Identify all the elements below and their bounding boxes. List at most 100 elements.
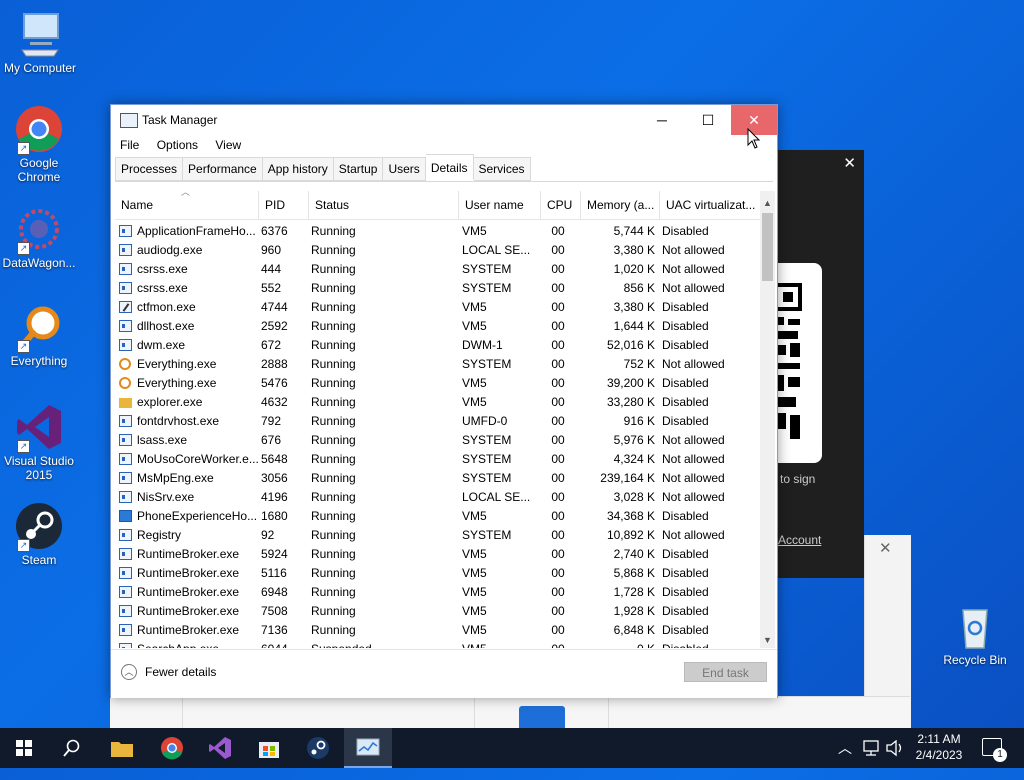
table-row[interactable]: fontdrvhost.exe 792 Running UMFD-0 00 916 K Di… — [115, 412, 760, 431]
clock[interactable]: 2:11 AM 2/4/2023 — [914, 731, 964, 763]
process-pid: 792 — [261, 414, 282, 428]
taskbar-search-button[interactable] — [48, 728, 96, 768]
chevron-up-icon: ︿ — [121, 664, 137, 680]
process-pid: 672 — [261, 338, 282, 352]
table-row[interactable]: Everything.exe 2888 Running SYSTEM 00 752 K No… — [115, 355, 760, 374]
tab-details[interactable]: Details — [425, 154, 474, 180]
process-uac: Disabled — [662, 509, 709, 523]
qr-code-icon — [774, 283, 802, 439]
table-row[interactable]: SearchApp.exe6044 Suspended VM5 00 0 K Disabl… — [115, 640, 760, 648]
process-pid: 676 — [261, 433, 282, 447]
column-label: PID — [265, 198, 286, 212]
table-row[interactable]: MsMpEng.exe 3056 Running SYSTEM 00 239,164 K N… — [115, 469, 760, 488]
show-hidden-icons-button[interactable]: ︿ — [838, 728, 852, 768]
visual-studio-icon — [209, 737, 231, 759]
close-icon[interactable]: ✕ — [843, 154, 856, 172]
column-memory[interactable]: Memory (a... — [581, 191, 660, 219]
process-memory: 1,020 K — [613, 262, 655, 276]
process-uac: Disabled — [662, 300, 709, 314]
column-cpu[interactable]: CPU — [541, 191, 581, 219]
table-row[interactable]: NisSrv.exe 4196 Running LOCAL SE... 00 3,028 … — [115, 488, 760, 507]
taskbar-store[interactable] — [245, 728, 293, 768]
table-row[interactable]: csrss.exe 444 Running SYSTEM 00 1,020 K Not al… — [115, 260, 760, 279]
maximize-button[interactable]: ☐ — [685, 105, 731, 135]
table-row[interactable]: RuntimeBroker.exe 7136 Running VM5 00 6,848 K… — [115, 621, 760, 640]
tab-processes[interactable]: Processes — [115, 157, 184, 181]
table-row[interactable]: dwm.exe 672 Running DWM-1 00 52,016 K Disabled — [115, 336, 760, 355]
scroll-down-icon[interactable]: ▼ — [760, 632, 775, 648]
desktop-icon-google-chrome[interactable]: ↗ Google Chrome — [0, 105, 79, 184]
table-row[interactable]: RuntimeBroker.exe 5116 Running VM5 00 5,868 K… — [115, 564, 760, 583]
tab-startup[interactable]: Startup — [333, 157, 384, 181]
start-button[interactable] — [0, 728, 48, 768]
tab-services[interactable]: Services — [473, 157, 531, 181]
minimize-button[interactable]: ─ — [639, 105, 685, 135]
column-pid[interactable]: PID — [259, 191, 309, 219]
table-row[interactable]: lsass.exe 676 Running SYSTEM 00 5,976 K Not al… — [115, 431, 760, 450]
table-row[interactable]: ApplicationFrameHo... 6376 Running VM5 00 5,7… — [115, 222, 760, 241]
table-row[interactable]: RuntimeBroker.exe 6948 Running VM5 00 1,728 K… — [115, 583, 760, 602]
table-row[interactable]: Everything.exe 5476 Running VM5 00 39,200 K Di… — [115, 374, 760, 393]
desktop-icon-label: Google Chrome — [17, 156, 61, 184]
process-app-icon — [119, 567, 132, 579]
process-uac: Not allowed — [662, 357, 725, 371]
process-user: VM5 — [462, 585, 487, 599]
table-row[interactable]: audiodg.exe 960 Running LOCAL SE... 00 3,380 … — [115, 241, 760, 260]
process-memory: 3,380 K — [613, 243, 655, 257]
desktop-icon-steam[interactable]: ↗ Steam — [0, 502, 79, 567]
vertical-scrollbar[interactable]: ▲ ▼ — [760, 191, 775, 648]
process-app-icon — [119, 491, 132, 503]
menu-options[interactable]: Options — [157, 135, 198, 155]
column-uac[interactable]: UAC virtualizat... — [660, 191, 760, 219]
menu-file[interactable]: File — [120, 135, 139, 155]
tab-users[interactable]: Users — [383, 157, 426, 181]
table-row[interactable]: RuntimeBroker.exe 7508 Running VM5 00 1,928 K… — [115, 602, 760, 621]
process-uac: Not allowed — [662, 433, 725, 447]
table-row[interactable]: explorer.exe 4632 Running VM5 00 33,280 K Disa… — [115, 393, 760, 412]
desktop-icon-recycle-bin[interactable]: Recycle Bin — [935, 602, 1015, 667]
volume-icon[interactable] — [886, 740, 904, 780]
desktop-icon-visual-studio[interactable]: ↗ Visual Studio 2015 — [0, 403, 79, 482]
process-user: VM5 — [462, 623, 487, 637]
clock-time: 2:11 AM — [917, 732, 961, 746]
process-search-icon — [119, 377, 132, 389]
process-memory: 3,380 K — [613, 300, 655, 314]
process-app-icon — [119, 453, 132, 465]
process-memory: 4,324 K — [613, 452, 655, 466]
column-status[interactable]: Status — [309, 191, 459, 219]
table-row[interactable]: Registry 92 Running SYSTEM 00 10,892 K Not all… — [115, 526, 760, 545]
process-name: RuntimeBroker.exe — [137, 623, 240, 637]
column-user-name[interactable]: User name — [459, 191, 541, 219]
process-memory: 52,016 K — [606, 338, 655, 352]
process-uac: Disabled — [662, 623, 709, 637]
process-memory: 34,368 K — [606, 509, 655, 523]
title-bar[interactable]: Task Manager ─ ☐ ✕ — [111, 105, 777, 135]
table-row[interactable]: ctfmon.exe 4744 Running VM5 00 3,380 K Disable… — [115, 298, 760, 317]
tab-app-history[interactable]: App history — [262, 157, 334, 181]
fewer-details-button[interactable]: ︿ Fewer details — [121, 664, 216, 680]
process-user: SYSTEM — [462, 452, 512, 466]
network-icon[interactable] — [862, 740, 880, 780]
table-row[interactable]: csrss.exe 552 Running SYSTEM 00 856 K Not allo… — [115, 279, 760, 298]
taskbar-task-manager[interactable] — [344, 728, 392, 768]
process-app-icon — [119, 605, 132, 617]
account-link[interactable]: Account — [778, 533, 821, 547]
close-icon[interactable]: ✕ — [879, 539, 892, 557]
taskbar-visual-studio[interactable] — [196, 728, 244, 768]
table-row[interactable]: dllhost.exe 2592 Running VM5 00 1,644 K Disabl… — [115, 317, 760, 336]
desktop-icon-everything[interactable]: ↗ Everything — [0, 303, 79, 368]
taskbar-steam[interactable] — [294, 728, 342, 768]
taskbar-file-explorer[interactable] — [98, 728, 146, 768]
scroll-thumb[interactable] — [762, 213, 773, 281]
tab-performance[interactable]: Performance — [183, 157, 263, 181]
process-status: Running — [311, 357, 356, 371]
table-row[interactable]: PhoneExperienceHo... 1680 Running VM5 00 34,3… — [115, 507, 760, 526]
desktop-icon-my-computer[interactable]: My Computer — [0, 10, 80, 75]
scroll-up-icon[interactable]: ▲ — [760, 195, 775, 211]
table-row[interactable]: MoUsoCoreWorker.e... 5648 Running SYSTEM 00 4… — [115, 450, 760, 469]
taskbar-chrome[interactable] — [148, 728, 196, 768]
menu-view[interactable]: View — [215, 135, 241, 155]
desktop-icon-datawagon[interactable]: ↗ DataWagon... — [0, 205, 79, 270]
table-row[interactable]: RuntimeBroker.exe 5924 Running VM5 00 2,740 K… — [115, 545, 760, 564]
end-task-button[interactable]: End task — [684, 662, 767, 682]
